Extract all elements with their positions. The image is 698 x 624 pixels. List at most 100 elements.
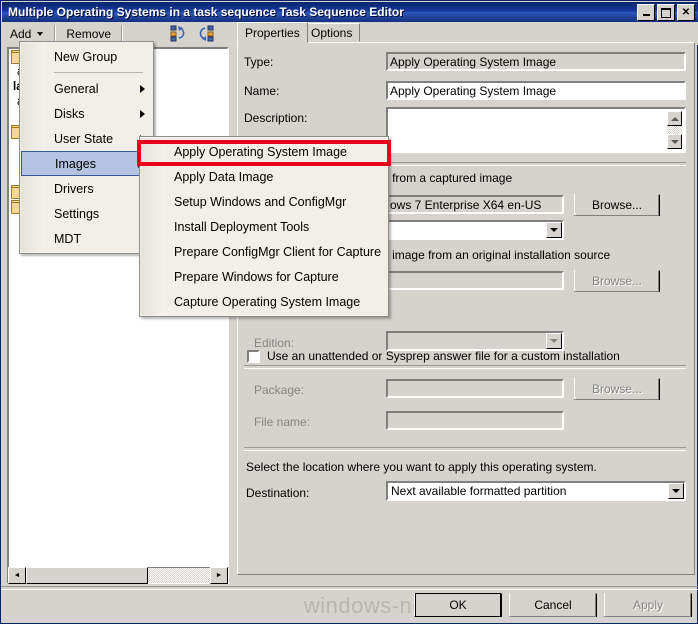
destination-combo[interactable]: Next available formatted partition bbox=[386, 481, 686, 501]
menu-separator bbox=[54, 72, 143, 73]
apply-button-label: Apply bbox=[632, 598, 664, 612]
menu-item-label: Prepare ConfigMgr Client for Capture bbox=[174, 244, 382, 259]
tab-options-label: Options bbox=[311, 25, 353, 40]
menu-item-label: Disks bbox=[54, 106, 85, 121]
move-up-icon[interactable] bbox=[170, 25, 188, 42]
filename-input bbox=[386, 411, 564, 430]
window-title: Multiple Operating Systems in a task seq… bbox=[8, 5, 404, 19]
menu-item-label: Settings bbox=[54, 206, 100, 221]
section-divider-3 bbox=[244, 447, 686, 451]
scroll-track[interactable] bbox=[148, 568, 210, 583]
close-button[interactable]: ✕ bbox=[677, 4, 695, 21]
minimize-icon bbox=[642, 14, 650, 16]
task-sequence-editor-window: Multiple Operating Systems in a task seq… bbox=[0, 0, 698, 624]
scroll-track-vertical[interactable] bbox=[667, 126, 682, 134]
submenu-arrow-icon bbox=[140, 109, 145, 118]
captured-image-value: ows 7 Enterprise X64 en-US bbox=[386, 195, 564, 214]
scroll-up-icon bbox=[670, 116, 679, 121]
cancel-button[interactable]: Cancel bbox=[509, 593, 597, 617]
description-label: Description: bbox=[244, 111, 308, 125]
destination-value: Next available formatted partition bbox=[391, 484, 567, 498]
destination-label: Destination: bbox=[246, 486, 310, 500]
remove-button-label: Remove bbox=[66, 26, 112, 41]
move-down-icon[interactable] bbox=[197, 25, 215, 42]
captured-image-browse-button[interactable]: Browse... bbox=[574, 194, 660, 216]
menu-item-label: New Group bbox=[54, 49, 118, 64]
scroll-right-icon: ► bbox=[215, 572, 223, 579]
menu-item-settings[interactable]: Settings bbox=[20, 201, 153, 226]
menu-item-setup-windows-and-configmgr[interactable]: Setup Windows and ConfigMgr bbox=[140, 189, 388, 214]
menu-item-images[interactable]: Images bbox=[21, 151, 152, 176]
add-dropdown-menu[interactable]: New Group General Disks User State Images Dri… bbox=[19, 41, 154, 254]
images-submenu[interactable]: Apply Operating System Image Apply Data I… bbox=[139, 136, 389, 317]
minimize-button[interactable] bbox=[637, 4, 655, 21]
tab-properties[interactable]: Properties bbox=[237, 22, 308, 43]
tab-strip: Properties Options bbox=[237, 22, 695, 43]
title-bar: Multiple Operating Systems in a task seq… bbox=[2, 2, 698, 22]
original-source-browse-label: Browse... bbox=[591, 274, 642, 288]
edition-combo bbox=[386, 331, 564, 351]
menu-item-new-group[interactable]: New Group bbox=[20, 44, 153, 69]
scroll-left-button[interactable]: ◄ bbox=[8, 567, 26, 584]
tab-properties-label: Properties bbox=[245, 25, 300, 40]
menu-item-general[interactable]: General bbox=[20, 76, 153, 101]
menu-item-drivers[interactable]: Drivers bbox=[20, 176, 153, 201]
scroll-right-button[interactable]: ► bbox=[210, 567, 228, 584]
cancel-button-label: Cancel bbox=[534, 598, 572, 612]
submenu-arrow-icon bbox=[140, 84, 145, 93]
scroll-up-button[interactable] bbox=[667, 111, 682, 126]
menu-item-capture-operating-system-image[interactable]: Capture Operating System Image bbox=[140, 289, 388, 314]
description-scrollbar[interactable] bbox=[667, 111, 682, 149]
footer-divider bbox=[1, 586, 698, 590]
menu-item-label: Apply Data Image bbox=[174, 169, 274, 184]
captured-image-combo-arrow[interactable] bbox=[546, 222, 562, 238]
menu-item-install-deployment-tools[interactable]: Install Deployment Tools bbox=[140, 214, 388, 239]
package-label: Package: bbox=[254, 383, 305, 397]
description-textarea[interactable] bbox=[386, 107, 686, 153]
menu-item-apply-data-image[interactable]: Apply Data Image bbox=[140, 164, 388, 189]
unattend-checkbox-row[interactable]: Use an unattended or Sysprep answer file… bbox=[247, 349, 620, 363]
scroll-left-icon: ◄ bbox=[13, 572, 21, 579]
menu-item-label: Drivers bbox=[54, 181, 94, 196]
package-browse-label: Browse... bbox=[591, 382, 642, 396]
package-browse-button: Browse... bbox=[574, 378, 660, 400]
menu-item-apply-operating-system-image[interactable]: Apply Operating System Image bbox=[140, 139, 388, 164]
menu-item-label: Images bbox=[55, 156, 96, 171]
ok-button[interactable]: OK bbox=[414, 593, 502, 617]
tree-horizontal-scrollbar[interactable]: ◄ ► bbox=[7, 567, 229, 584]
close-icon: ✕ bbox=[681, 6, 691, 18]
edition-label: Edition: bbox=[254, 336, 295, 350]
menu-item-prepare-configmgr-client-for-capture[interactable]: Prepare ConfigMgr Client for Capture bbox=[140, 239, 388, 264]
scroll-thumb[interactable] bbox=[26, 567, 148, 584]
type-label: Type: bbox=[244, 55, 274, 69]
apply-button: Apply bbox=[604, 593, 692, 617]
name-label: Name: bbox=[244, 84, 280, 98]
menu-item-user-state[interactable]: User State bbox=[20, 126, 153, 151]
toolbar-icon-group bbox=[170, 25, 215, 42]
menu-item-label: General bbox=[54, 81, 99, 96]
name-input[interactable]: Apply Operating System Image bbox=[386, 81, 686, 100]
scroll-down-icon bbox=[670, 139, 679, 144]
captured-image-browse-label: Browse... bbox=[591, 198, 642, 212]
ok-button-label: OK bbox=[449, 598, 467, 612]
toolbar-divider-2 bbox=[121, 25, 124, 42]
captured-image-combo[interactable] bbox=[386, 220, 564, 240]
window-controls: ✕ bbox=[637, 4, 695, 21]
menu-item-label: Capture Operating System Image bbox=[174, 294, 361, 309]
destination-combo-arrow[interactable] bbox=[668, 483, 684, 499]
add-button-label: Add bbox=[10, 26, 32, 41]
tab-options[interactable]: Options bbox=[303, 23, 361, 42]
toolbar-divider bbox=[54, 25, 57, 42]
maximize-button[interactable] bbox=[657, 4, 675, 21]
destination-hint: Select the location where you want to ap… bbox=[246, 460, 597, 474]
menu-item-mdt[interactable]: MDT bbox=[20, 226, 153, 251]
menu-item-prepare-windows-for-capture[interactable]: Prepare Windows for Capture bbox=[140, 264, 388, 289]
original-source-path bbox=[386, 271, 564, 290]
section-divider-2 bbox=[244, 365, 686, 369]
unattend-checkbox[interactable] bbox=[247, 349, 260, 363]
menu-item-disks[interactable]: Disks bbox=[20, 101, 153, 126]
maximize-icon bbox=[661, 7, 671, 18]
scroll-down-button[interactable] bbox=[667, 134, 682, 149]
chevron-down-icon bbox=[672, 489, 680, 493]
chevron-down-icon bbox=[550, 228, 558, 232]
